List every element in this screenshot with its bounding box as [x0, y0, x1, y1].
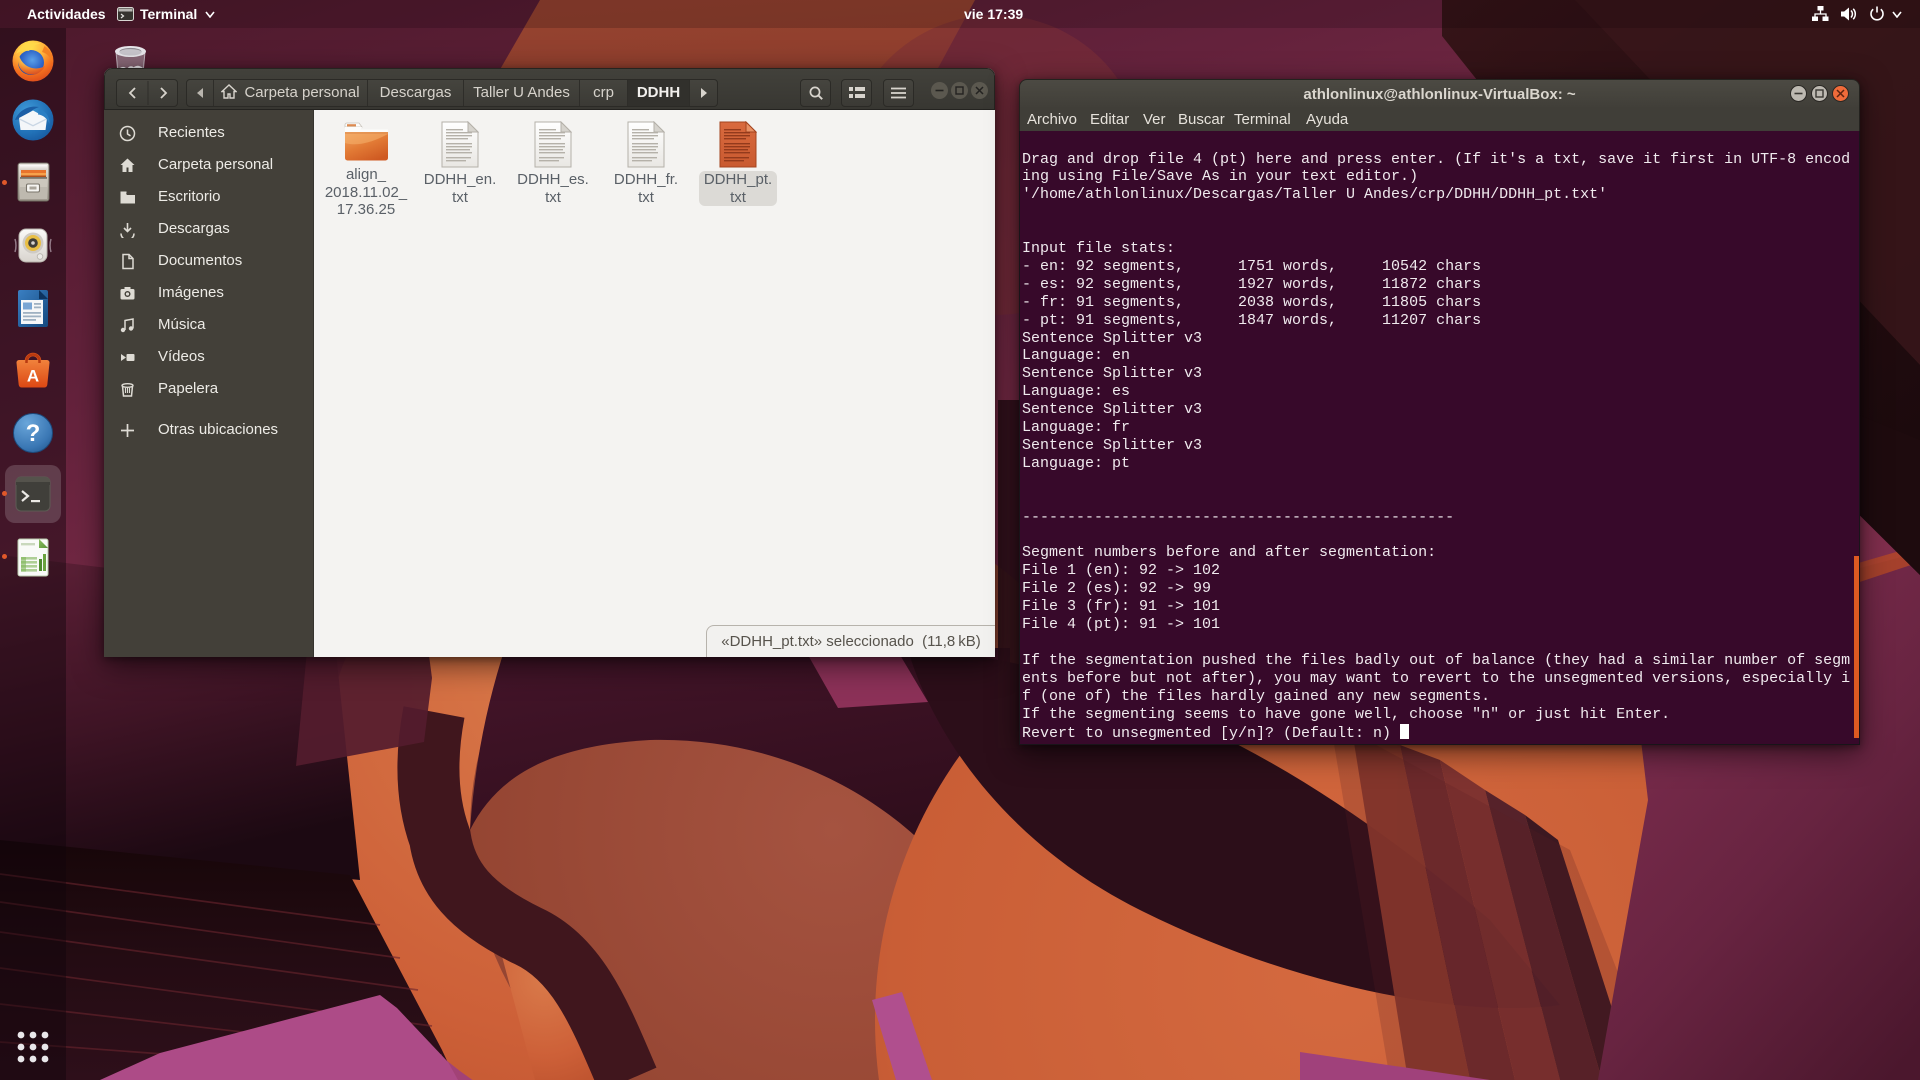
- svg-text:?: ?: [26, 420, 41, 447]
- svg-text:A: A: [27, 367, 39, 386]
